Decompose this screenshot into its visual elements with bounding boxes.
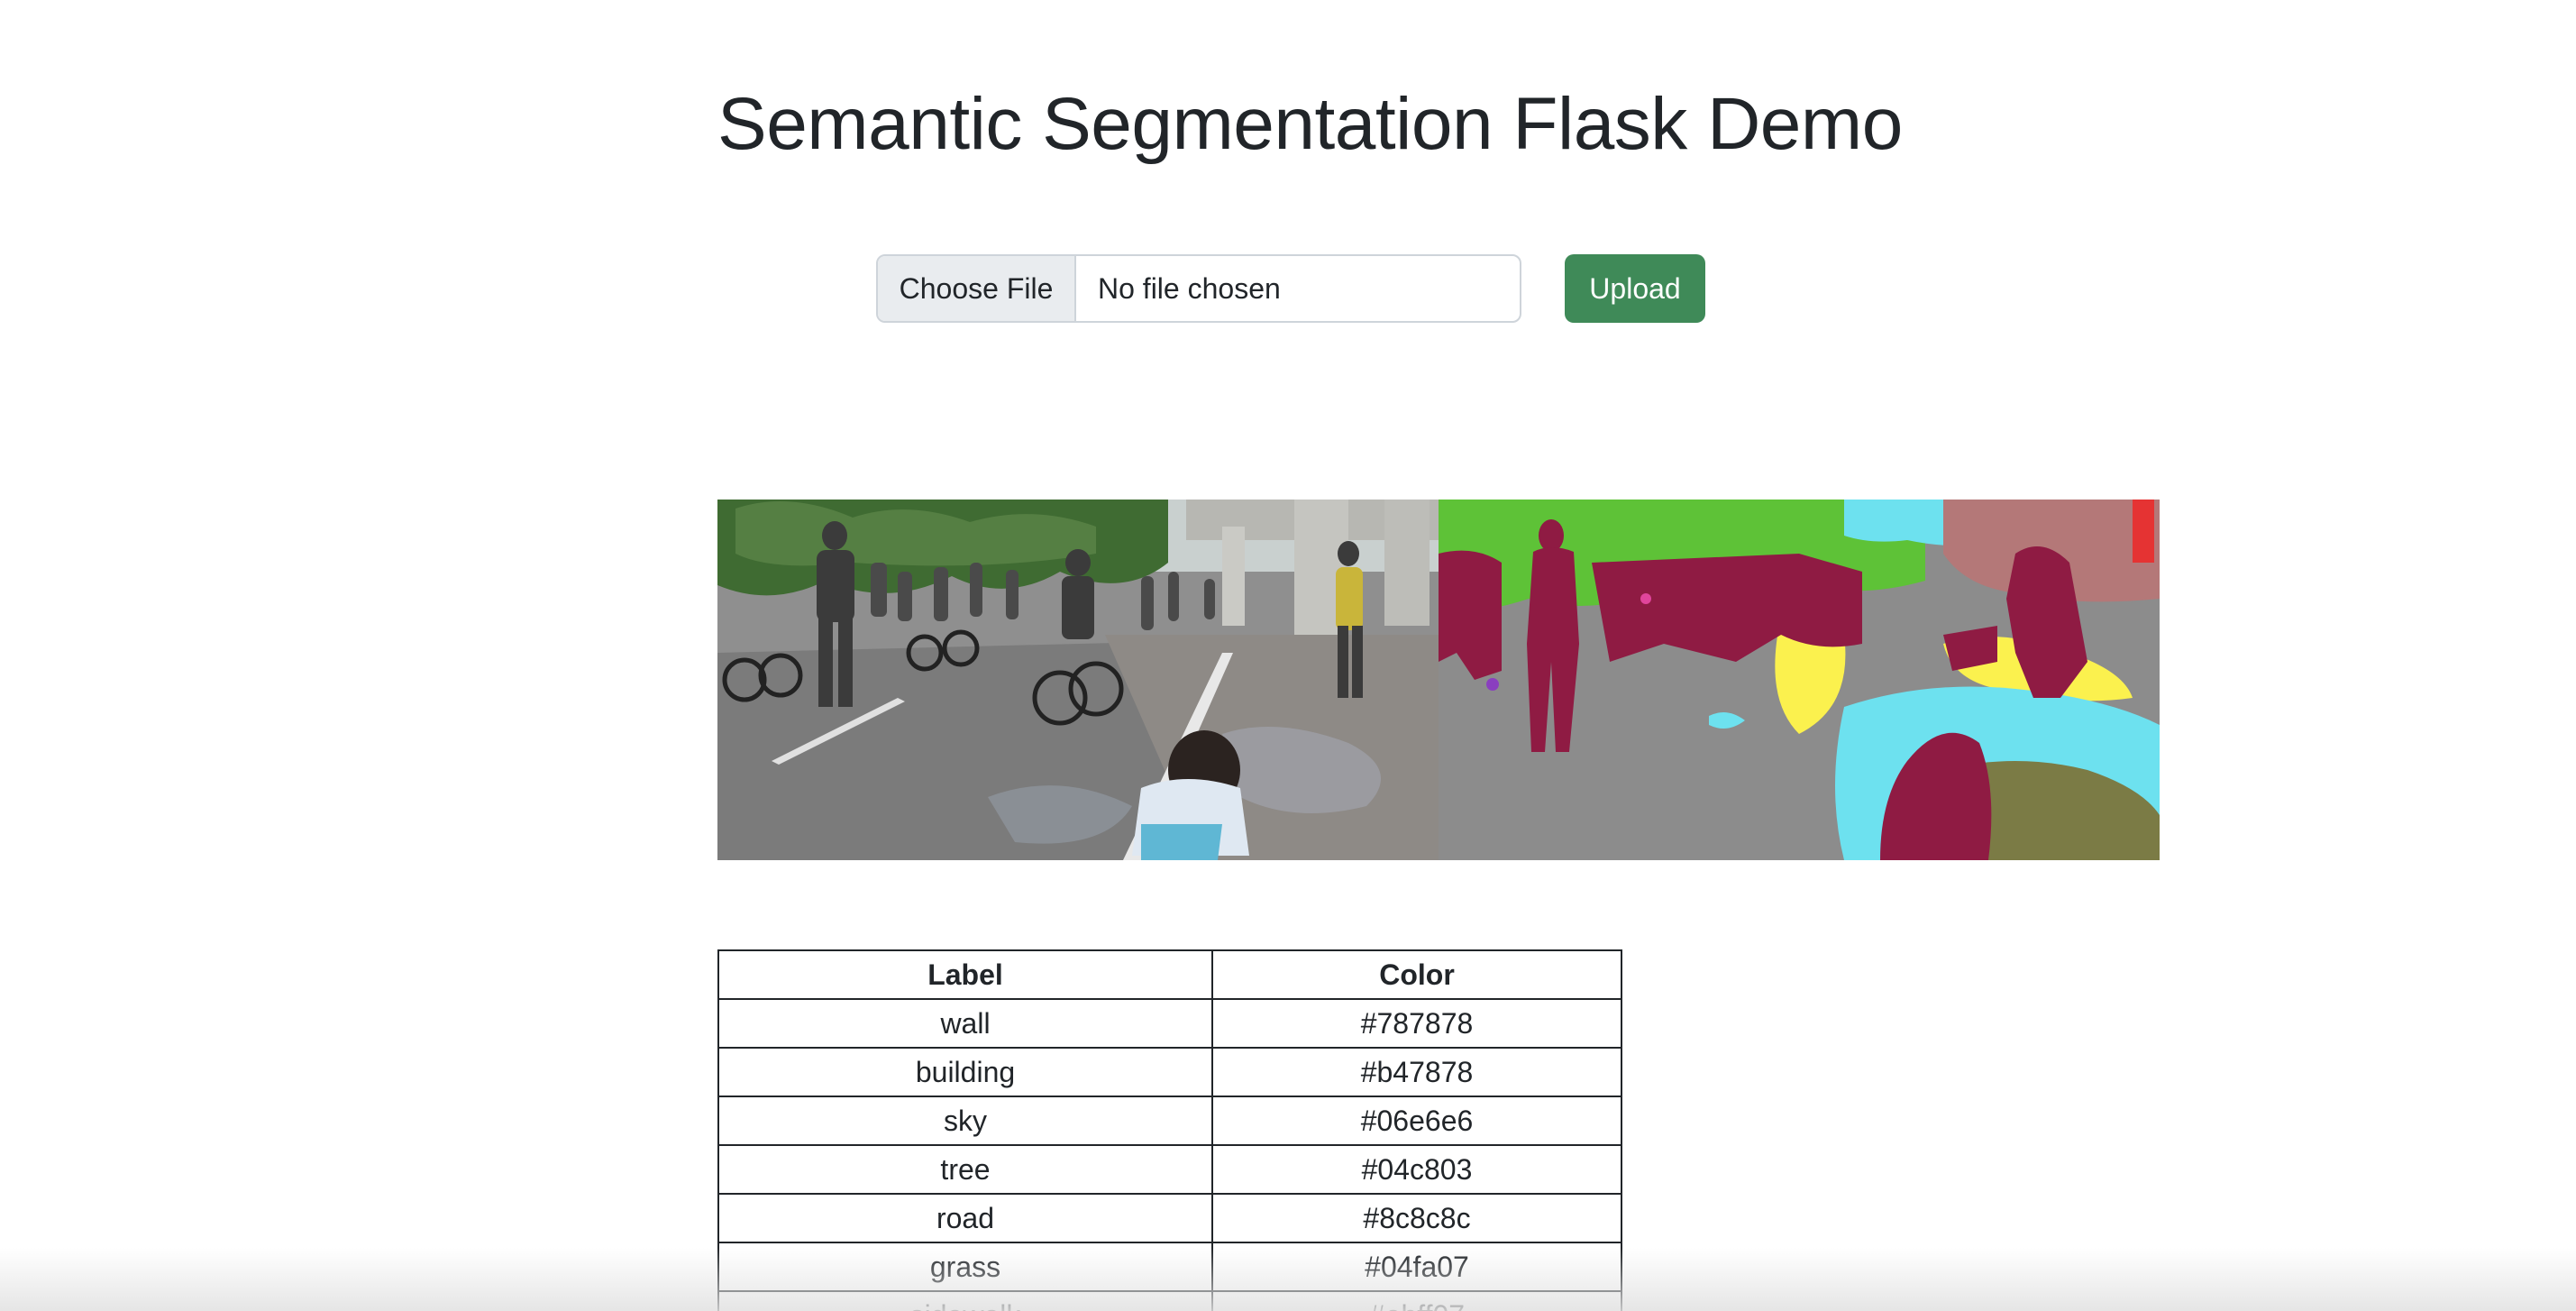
table-row: road #8c8c8c [717,1193,1622,1243]
legend-color: #b47878 [1211,1047,1622,1097]
table-row: sky #06e6e6 [717,1096,1622,1146]
legend-header-row: Label Color [717,949,1622,1000]
legend-color: #787878 [1211,998,1622,1049]
legend-color: #06e6e6 [1211,1096,1622,1146]
table-row: sidewalk #ebff07 [717,1290,1622,1311]
page: Semantic Segmentation Flask Demo Choose … [0,0,2576,1311]
legend-color: #04c803 [1211,1144,1622,1195]
choose-file-button[interactable]: Choose File [878,256,1076,321]
result-images [717,500,2160,860]
table-row: tree #04c803 [717,1144,1622,1195]
original-image [717,500,1439,860]
file-input[interactable]: Choose File No file chosen [876,254,1521,323]
segmentation-image [1439,500,2160,860]
file-status-text: No file chosen [1098,271,1281,305]
legend-color: #ebff07 [1211,1290,1622,1311]
upload-button[interactable]: Upload [1565,254,1705,323]
table-row: wall #787878 [717,998,1622,1049]
legend-label: wall [717,998,1213,1049]
legend-label: building [717,1047,1213,1097]
legend-label: sidewalk [717,1290,1213,1311]
label-column-header: Label [717,949,1213,1000]
color-column-header: Color [1211,949,1622,1000]
legend-label: sky [717,1096,1213,1146]
legend-label: tree [717,1144,1213,1195]
legend-label: road [717,1193,1213,1243]
legend-color: #04fa07 [1211,1242,1622,1292]
legend-color: #8c8c8c [1211,1193,1622,1243]
upload-form: Choose File No file chosen Upload [876,254,1705,323]
table-row: building #b47878 [717,1047,1622,1097]
legend-table: Label Color wall #787878 building #b4787… [717,949,1622,1311]
table-row: grass #04fa07 [717,1242,1622,1292]
page-title: Semantic Segmentation Flask Demo [717,83,1903,165]
legend-label: grass [717,1242,1213,1292]
